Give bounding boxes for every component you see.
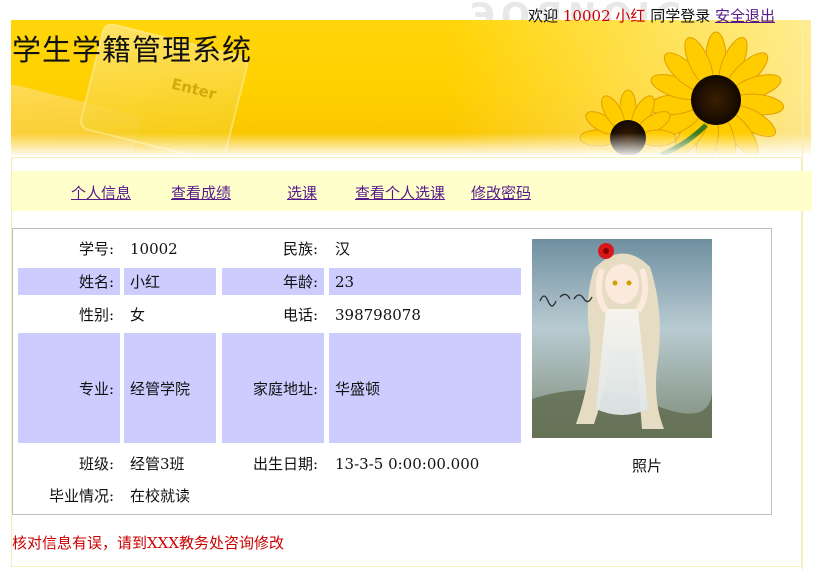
label-name: 姓名: (18, 268, 120, 295)
nav-view-my-courses[interactable]: 查看个人选课 (355, 182, 445, 203)
main-nav: 个人信息 查看成绩 选课 查看个人选课 修改密码 (12, 171, 812, 211)
nav-course-selection[interactable]: 选课 (287, 182, 317, 203)
value-gender: 女 (130, 306, 146, 324)
user-status-bar: 欢迎 10002 小红 同学登录 安全退出 (528, 5, 775, 26)
value-home-address: 华盛顿 (329, 333, 521, 443)
label-ethnicity: 民族: (282, 240, 318, 258)
nav-personal-info[interactable]: 个人信息 (71, 182, 131, 203)
login-suffix: 同学登录 (650, 7, 711, 25)
value-class: 经管3班 (130, 455, 185, 473)
logout-link[interactable]: 安全退出 (715, 7, 775, 25)
value-phone: 398798078 (335, 305, 421, 324)
student-name: 小红 (615, 7, 646, 25)
photo-caption: 照片 (632, 457, 663, 475)
value-graduation-status: 在校就读 (130, 487, 191, 505)
nav-change-password[interactable]: 修改密码 (471, 182, 531, 203)
student-photo (532, 239, 712, 438)
label-age: 年龄: (222, 268, 324, 295)
value-major: 经管学院 (124, 333, 216, 443)
correction-notice: 核对信息有误，请到XXX教务处咨询修改 (12, 534, 285, 552)
value-ethnicity: 汉 (335, 240, 351, 258)
label-student-id: 学号: (78, 240, 114, 258)
value-name: 小红 (124, 268, 216, 295)
welcome-text: 欢迎 (528, 7, 559, 25)
value-age: 23 (329, 268, 521, 295)
label-major: 专业: (18, 333, 120, 443)
student-id: 10002 (562, 7, 611, 25)
label-birth-date: 出生日期: (252, 455, 318, 473)
page-title: 学生学籍管理系统 (12, 33, 253, 67)
label-class: 班级: (78, 455, 114, 473)
label-phone: 电话: (282, 306, 318, 324)
value-birth-date: 13-3-5 0:00:00.000 (335, 454, 480, 473)
label-graduation-status: 毕业情况: (48, 487, 114, 505)
label-home-address: 家庭地址: (222, 333, 324, 443)
value-student-id: 10002 (130, 239, 178, 258)
label-gender: 性别: (78, 306, 114, 324)
nav-view-grades[interactable]: 查看成绩 (171, 182, 231, 203)
